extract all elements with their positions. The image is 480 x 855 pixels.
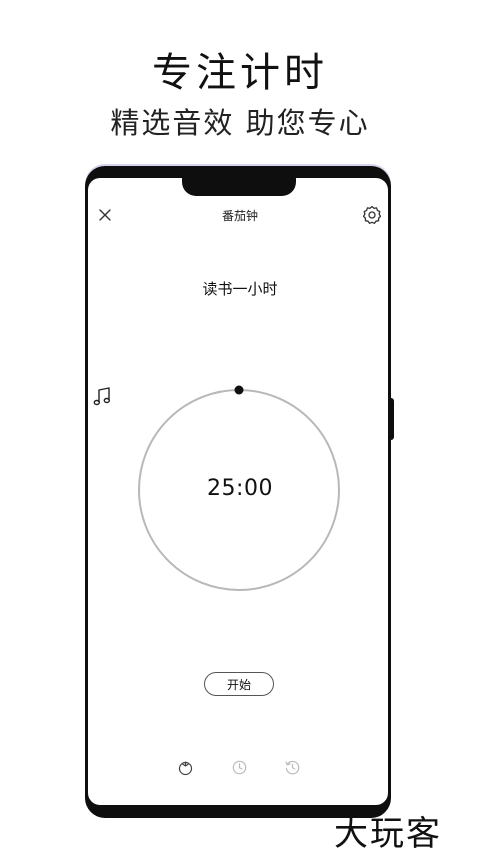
clock-icon[interactable] <box>231 759 248 776</box>
app-title: 番茄钟 <box>221 209 258 223</box>
promo-subtitle: 精选音效 助您专心 <box>110 106 370 140</box>
close-icon[interactable] <box>98 208 112 222</box>
watermark-logo: 大玩客 <box>334 814 442 854</box>
phone-side-button <box>390 398 394 440</box>
phone-notch <box>182 174 296 196</box>
promo-title: 专注计时 <box>152 50 328 96</box>
session-title: 读书一小时 <box>202 280 278 298</box>
start-button[interactable]: 开始 <box>204 672 274 696</box>
timer-value: 25:00 <box>207 476 273 501</box>
gear-icon[interactable] <box>362 205 382 225</box>
history-icon[interactable] <box>284 759 301 776</box>
tomato-icon[interactable] <box>177 759 194 776</box>
music-note-icon[interactable] <box>92 386 112 408</box>
